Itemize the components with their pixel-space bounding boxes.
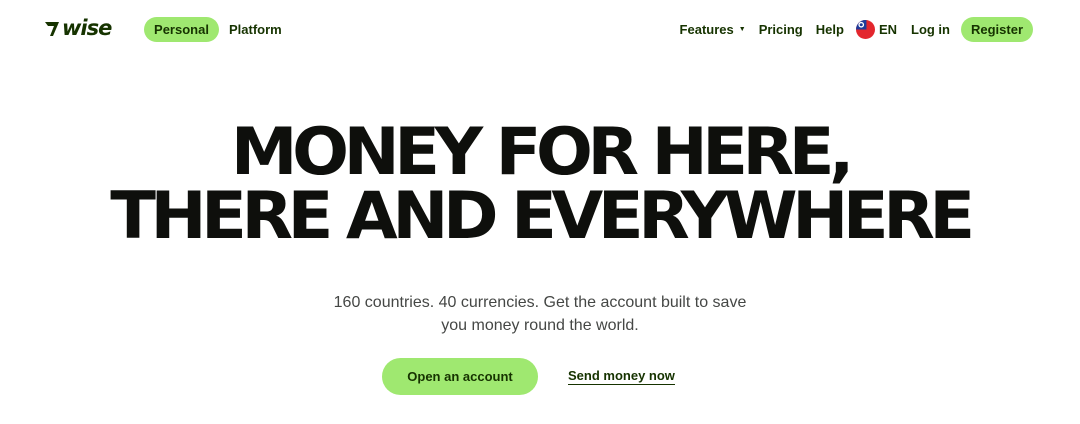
tab-personal[interactable]: Personal (144, 17, 219, 42)
pricing-link[interactable]: Pricing (759, 22, 803, 37)
send-money-link[interactable]: Send money now (568, 368, 675, 385)
logo-text: wise (62, 16, 112, 40)
hero-subtitle-line-1: 160 countries. 40 currencies. Get the ac… (333, 294, 747, 311)
register-button[interactable]: Register (961, 17, 1033, 42)
headline-line-1: MONEY FOR HERE, (230, 113, 855, 190)
hero-headline: MONEY FOR HERE, THERE AND EVERYWHERE (0, 113, 1080, 254)
wise-logo[interactable]: wise (44, 16, 112, 40)
taiwan-flag-icon (855, 20, 875, 39)
tab-platform[interactable]: Platform (229, 17, 282, 42)
help-link[interactable]: Help (816, 22, 844, 37)
wise-flag-logo-icon (45, 22, 59, 36)
language-selector[interactable]: EN (855, 20, 897, 39)
features-label: Features (679, 22, 734, 37)
features-menu[interactable]: Features ▼ (680, 22, 746, 37)
open-account-button[interactable]: Open an account (382, 358, 538, 395)
login-link[interactable]: Log in (911, 22, 950, 37)
top-navigation: wise Personal Platform Features ▼ Pricin… (0, 0, 1080, 60)
headline-line-2: THERE AND EVERYWHERE (110, 177, 975, 254)
hero-subtitle-line-2: you money round the world. (441, 317, 639, 334)
language-code: EN (878, 22, 897, 37)
nav-right: Features ▼ Pricing Help EN Log in Regist… (680, 17, 1033, 42)
hero-subtitle: 160 countries. 40 currencies. Get the ac… (0, 291, 1080, 337)
chevron-down-icon: ▼ (738, 26, 746, 33)
